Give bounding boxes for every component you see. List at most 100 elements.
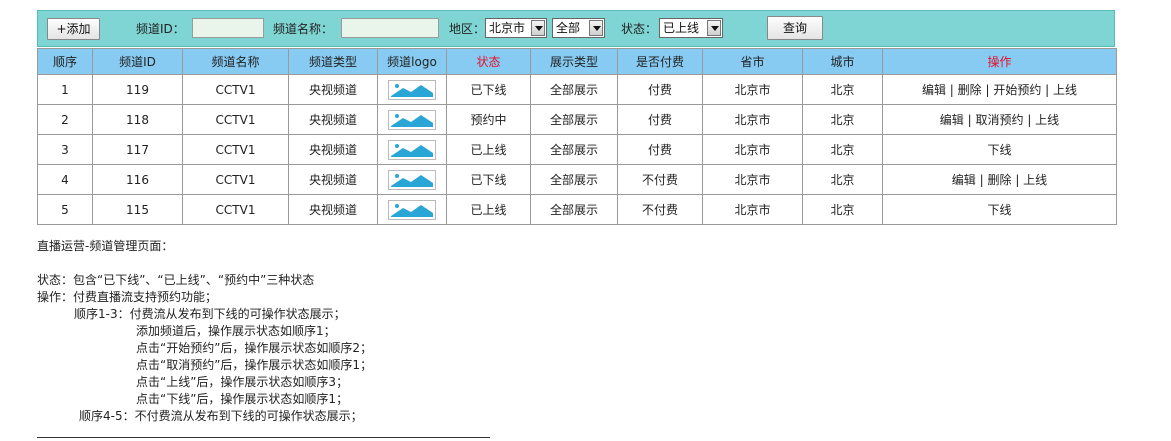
note-line: 点击“开始预约”后，操作展示状态如顺序2； bbox=[136, 341, 373, 355]
header-channel-name: 频道名称 bbox=[182, 48, 289, 75]
region-city-value: 全部 bbox=[556, 21, 581, 35]
cell-status: 已上线 bbox=[446, 134, 531, 165]
cell-order: 5 bbox=[37, 194, 93, 225]
cell-order: 2 bbox=[37, 104, 93, 135]
cell-paid: 不付费 bbox=[617, 164, 703, 195]
operation-link[interactable]: 开始预约 bbox=[993, 83, 1041, 97]
notes-title: 直播运营-频道管理页面： bbox=[37, 239, 174, 253]
region-label: 地区： bbox=[449, 22, 486, 36]
note-line: 操作：付费直播流支持预约功能； bbox=[37, 290, 218, 304]
op-separator: | bbox=[975, 173, 988, 187]
operation-link[interactable]: 上线 bbox=[1035, 113, 1059, 127]
cell-operations: 下线 bbox=[882, 134, 1117, 165]
region-province-select[interactable]: 北京市 bbox=[485, 18, 547, 38]
table-row: 3 117 CCTV1 央视频道 已上线 全部展示 付费 北京市 北京 下线 bbox=[37, 134, 1117, 165]
filter-toolbar: +添加 频道ID： 频道名称： 地区： 北京市 全部 状态： 已上线 查询 bbox=[37, 10, 1115, 47]
cell-status: 已上线 bbox=[446, 194, 531, 225]
cell-province: 北京市 bbox=[702, 194, 803, 225]
chevron-down-icon[interactable] bbox=[707, 20, 721, 36]
note-line: 点击“下线”后，操作展示状态如顺序1； bbox=[136, 392, 349, 406]
cell-operations: 编辑 | 删除 | 开始预约 | 上线 bbox=[882, 74, 1117, 105]
cell-logo bbox=[377, 134, 447, 165]
header-status: 状态 bbox=[446, 48, 531, 75]
cell-channel-id: 119 bbox=[92, 74, 183, 105]
cell-channel-type: 央视频道 bbox=[288, 104, 378, 135]
operation-link[interactable]: 删除 bbox=[987, 173, 1011, 187]
channel-logo-image bbox=[388, 169, 436, 190]
cell-order: 3 bbox=[37, 134, 93, 165]
cell-paid: 付费 bbox=[617, 134, 703, 165]
cell-channel-id: 118 bbox=[92, 104, 183, 135]
table-row: 4 116 CCTV1 央视频道 已下线 全部展示 不付费 北京市 北京 编辑 | 删除 | 上线 bbox=[37, 164, 1117, 195]
cell-channel-id: 116 bbox=[92, 164, 183, 195]
note-line: 顺序4-5：不付费流从发布到下线的可操作状态展示； bbox=[79, 409, 363, 423]
cell-order: 1 bbox=[37, 74, 93, 105]
header-channel-id: 频道ID bbox=[92, 48, 183, 75]
cell-channel-type: 央视频道 bbox=[288, 74, 378, 105]
header-channel-type: 频道类型 bbox=[288, 48, 378, 75]
table-header-row: 顺序 频道ID 频道名称 频道类型 频道logo 状态 展示类型 是否付费 省市… bbox=[37, 48, 1117, 75]
cell-logo bbox=[377, 164, 447, 195]
cell-display-type: 全部展示 bbox=[530, 164, 618, 195]
cell-channel-id: 115 bbox=[92, 194, 183, 225]
status-select-value: 已上线 bbox=[663, 21, 700, 35]
chevron-down-icon[interactable] bbox=[589, 20, 603, 36]
channel-id-input[interactable] bbox=[192, 18, 264, 38]
cell-logo bbox=[377, 194, 447, 225]
operation-link[interactable]: 上线 bbox=[1023, 173, 1047, 187]
region-province-value: 北京市 bbox=[489, 21, 526, 35]
query-button[interactable]: 查询 bbox=[767, 16, 823, 40]
op-separator: | bbox=[1041, 83, 1054, 97]
operation-link[interactable]: 编辑 bbox=[940, 113, 964, 127]
operation-link[interactable]: 下线 bbox=[987, 203, 1011, 217]
channel-name-input[interactable] bbox=[341, 18, 439, 38]
cell-operations: 编辑 | 取消预约 | 上线 bbox=[882, 104, 1117, 135]
header-operations: 操作 bbox=[882, 48, 1117, 75]
cell-city: 北京 bbox=[802, 74, 883, 105]
table-row: 1 119 CCTV1 央视频道 已下线 全部展示 付费 北京市 北京 编辑 | 删除 | 开始预… bbox=[37, 74, 1117, 105]
header-display-type: 展示类型 bbox=[530, 48, 618, 75]
cell-status: 已下线 bbox=[446, 74, 531, 105]
operation-link[interactable]: 下线 bbox=[987, 143, 1011, 157]
cell-channel-name: CCTV1 bbox=[182, 74, 289, 105]
cell-status: 已下线 bbox=[446, 164, 531, 195]
divider bbox=[37, 437, 490, 438]
note-line: 点击“上线”后，操作展示状态如顺序3； bbox=[136, 375, 349, 389]
cell-order: 4 bbox=[37, 164, 93, 195]
cell-display-type: 全部展示 bbox=[530, 74, 618, 105]
channel-logo-image bbox=[388, 199, 436, 220]
operation-link[interactable]: 上线 bbox=[1053, 83, 1077, 97]
cell-paid: 不付费 bbox=[617, 194, 703, 225]
cell-display-type: 全部展示 bbox=[530, 194, 618, 225]
cell-channel-name: CCTV1 bbox=[182, 164, 289, 195]
channel-table: 顺序 频道ID 频道名称 频道类型 频道logo 状态 展示类型 是否付费 省市… bbox=[37, 48, 1117, 225]
op-separator: | bbox=[1023, 113, 1036, 127]
operation-link[interactable]: 编辑 bbox=[952, 173, 976, 187]
cell-province: 北京市 bbox=[702, 74, 803, 105]
header-order: 顺序 bbox=[37, 48, 93, 75]
note-line: 点击“取消预约”后，操作展示状态如顺序1； bbox=[136, 358, 373, 372]
header-channel-logo: 频道logo bbox=[377, 48, 447, 75]
cell-display-type: 全部展示 bbox=[530, 104, 618, 135]
status-select[interactable]: 已上线 bbox=[659, 18, 723, 38]
op-separator: | bbox=[963, 113, 976, 127]
cell-operations: 编辑 | 删除 | 上线 bbox=[882, 164, 1117, 195]
chevron-down-icon[interactable] bbox=[531, 20, 545, 36]
channel-name-label: 频道名称： bbox=[273, 22, 334, 36]
cell-channel-id: 117 bbox=[92, 134, 183, 165]
add-button[interactable]: +添加 bbox=[47, 18, 100, 40]
note-line: 添加频道后，操作展示状态如顺序1； bbox=[136, 324, 336, 338]
region-city-select[interactable]: 全部 bbox=[552, 18, 605, 38]
channel-logo-image bbox=[388, 139, 436, 160]
operation-link[interactable]: 删除 bbox=[958, 83, 982, 97]
operation-link[interactable]: 编辑 bbox=[922, 83, 946, 97]
cell-city: 北京 bbox=[802, 134, 883, 165]
cell-channel-type: 央视频道 bbox=[288, 134, 378, 165]
cell-province: 北京市 bbox=[702, 164, 803, 195]
cell-status: 预约中 bbox=[446, 104, 531, 135]
op-separator: | bbox=[945, 83, 958, 97]
cell-city: 北京 bbox=[802, 104, 883, 135]
operation-link[interactable]: 取消预约 bbox=[975, 113, 1023, 127]
cell-channel-name: CCTV1 bbox=[182, 194, 289, 225]
header-city: 城市 bbox=[802, 48, 883, 75]
